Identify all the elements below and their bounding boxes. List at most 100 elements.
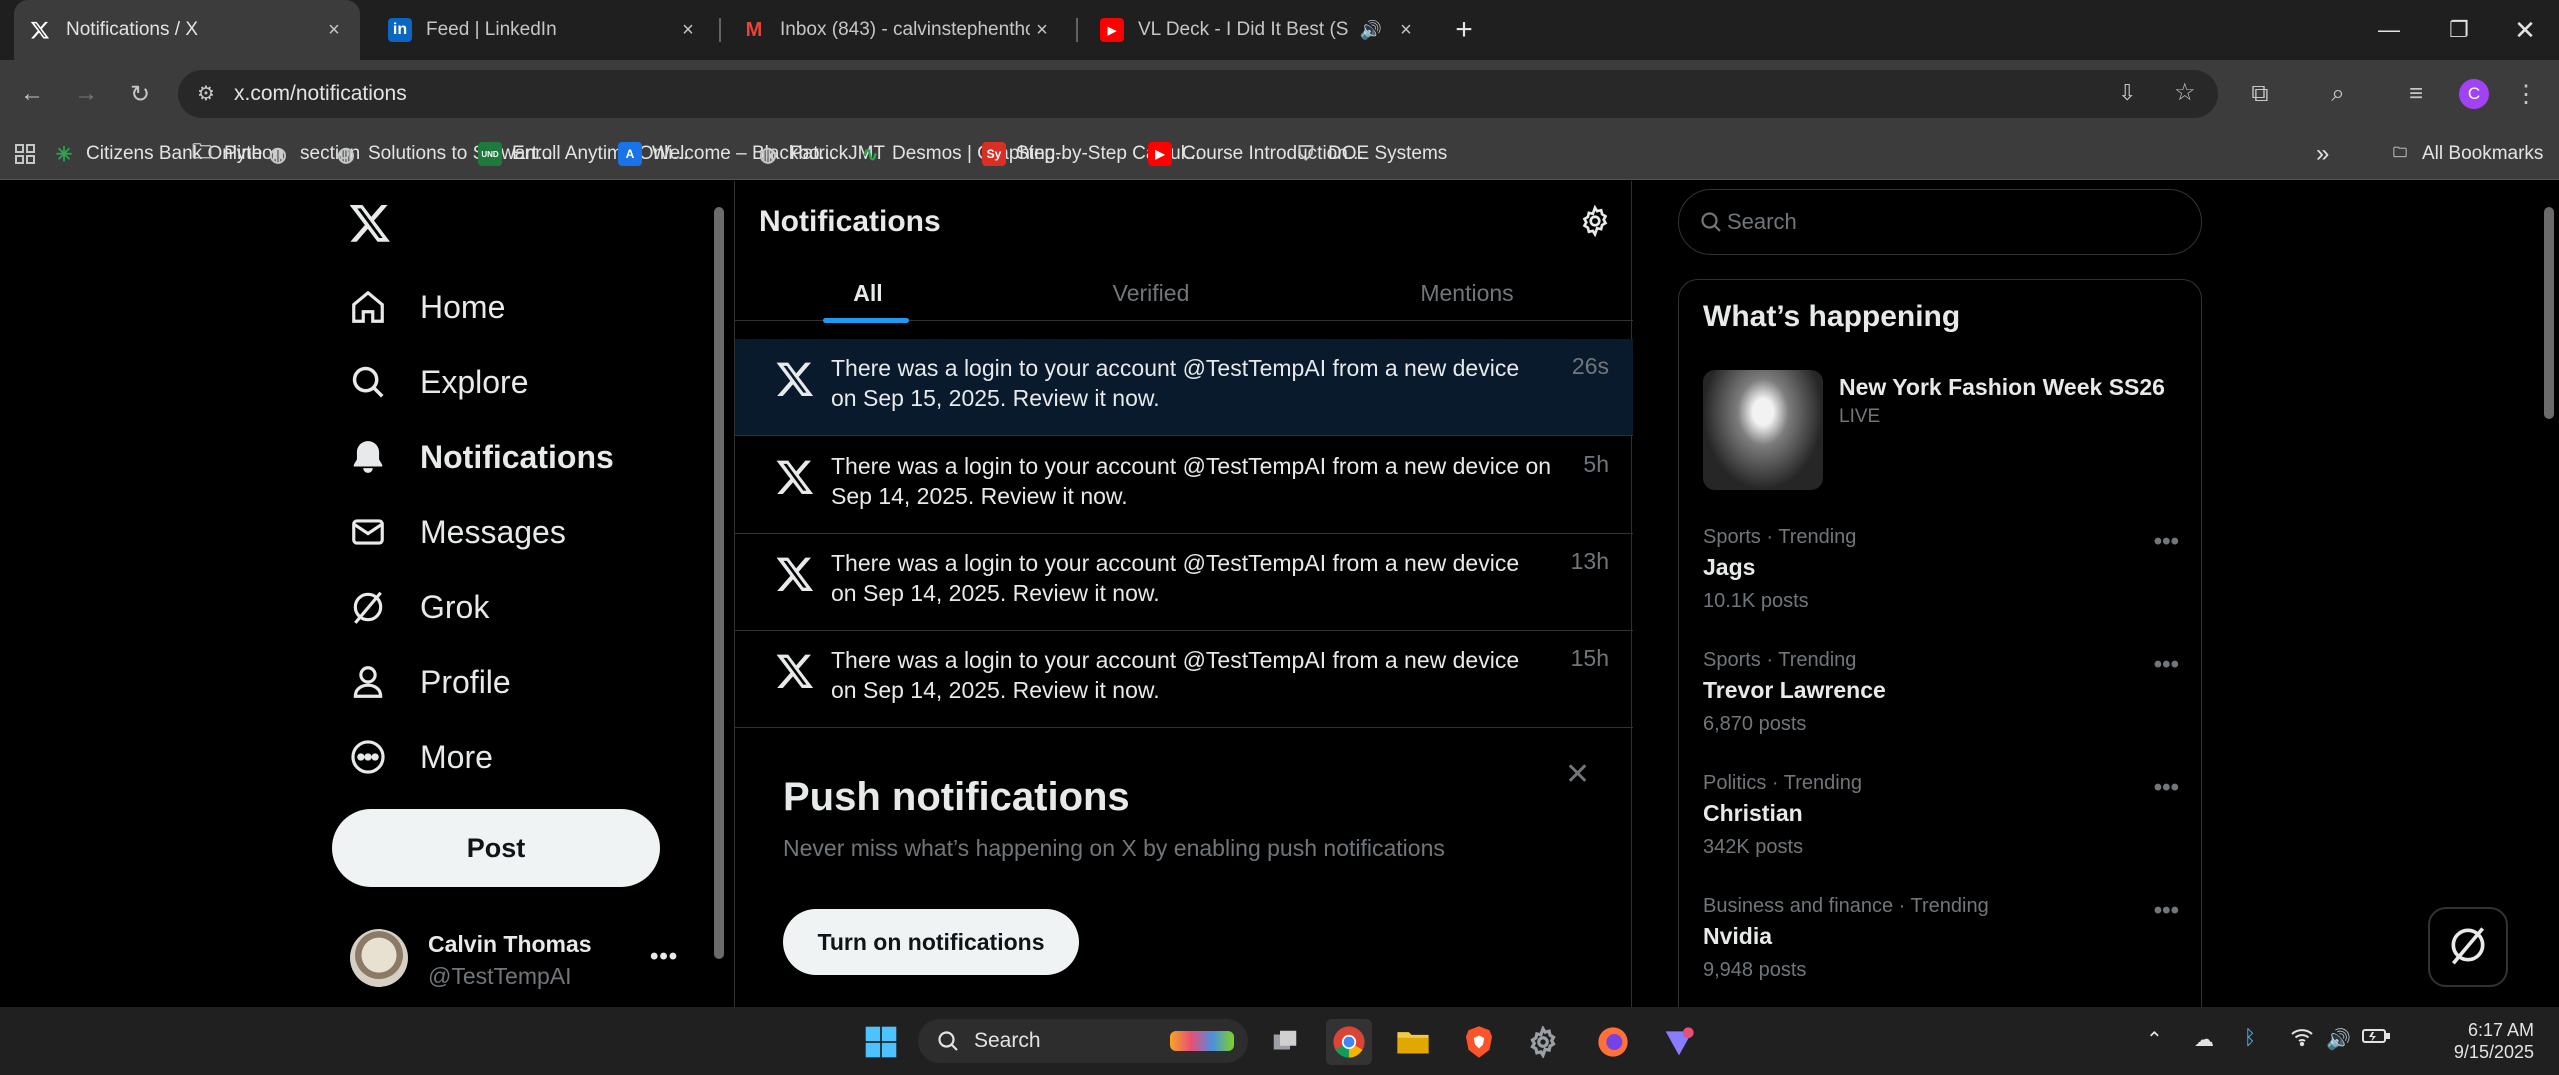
firefox-icon[interactable] [1590, 1019, 1636, 1065]
tab-linkedin[interactable]: in Feed | LinkedIn × [374, 0, 714, 60]
media-controls-icon[interactable]: ≡ [2396, 74, 2436, 114]
trend-item[interactable]: Sports · Trending Jags 10.1K posts ••• [1703, 526, 2179, 636]
gear-icon[interactable] [1579, 204, 1611, 238]
notification-item[interactable]: There was a login to your account @TestT… [735, 339, 1633, 436]
active-tab-indicator [823, 318, 909, 323]
file-explorer-icon[interactable] [1390, 1019, 1436, 1065]
taskbar-search[interactable]: Search [918, 1019, 1248, 1063]
profile-avatar[interactable]: C [2454, 74, 2494, 114]
close-tab-icon[interactable]: × [1030, 18, 1054, 42]
minimize-icon[interactable]: — [2354, 0, 2424, 60]
page-scrollbar-thumb[interactable] [2544, 207, 2554, 419]
symbolab-icon: Sy [982, 142, 1006, 166]
trend-item[interactable]: Politics · Trending Christian 342K posts… [1703, 772, 2179, 882]
bookmark-label: DOE Systems [1328, 143, 1448, 164]
bookmark-star-icon[interactable]: ☆ [2174, 78, 2196, 107]
site-settings-icon[interactable]: ⚙ [194, 82, 218, 106]
nav-notifications[interactable]: Notifications [348, 429, 614, 485]
more-options-icon[interactable]: ••• [2154, 897, 2179, 925]
folder-icon: 🗀 [2393, 144, 2407, 160]
tab-verified[interactable]: Verified [1001, 265, 1301, 321]
trend-category: Sports · Trending [1703, 526, 1857, 548]
extensions-icon[interactable]: ⧉ [2240, 74, 2280, 114]
notification-item[interactable]: There was a login to your account @TestT… [735, 631, 1633, 728]
install-app-icon[interactable]: ⇩ [2118, 80, 2136, 106]
x-logo-icon[interactable] [348, 201, 392, 245]
wifi-icon[interactable] [2290, 1027, 2314, 1053]
battery-icon[interactable] [2362, 1027, 2390, 1051]
left-scrollbar-thumb[interactable] [714, 207, 724, 959]
page-scrollbar[interactable] [2542, 181, 2556, 1007]
close-tab-icon[interactable]: × [1394, 18, 1418, 42]
close-tab-icon[interactable]: × [676, 18, 700, 42]
more-options-icon[interactable]: ••• [2154, 528, 2179, 556]
post-button[interactable]: Post [332, 809, 660, 887]
forward-arrow-icon[interactable]: → [66, 74, 106, 114]
grok-floating-button[interactable] [2428, 907, 2508, 987]
brave-icon[interactable] [1456, 1019, 1502, 1065]
new-tab-button[interactable]: + [1434, 0, 1494, 60]
search-input[interactable] [1727, 204, 2167, 240]
trend-item[interactable]: Sports · Trending Trevor Lawrence 6,870 … [1703, 649, 2179, 759]
bookmark-item[interactable]: ⛉ DOE Systems [1294, 138, 1448, 170]
windows-start-icon[interactable] [858, 1019, 904, 1065]
event-thumbnail[interactable] [1703, 370, 1823, 490]
close-icon[interactable]: ✕ [1565, 757, 1590, 792]
tab-search-icon[interactable]: ⌕ [2318, 74, 2358, 114]
all-bookmarks[interactable]: 🗀 All Bookmarks [2388, 138, 2543, 170]
close-tab-icon[interactable]: × [322, 18, 346, 42]
live-event-title[interactable]: New York Fashion Week SS26 [1839, 374, 2165, 401]
globe-icon: ◍ [759, 143, 777, 166]
system-clock[interactable]: 6:17 AM 9/15/2025 [2404, 1019, 2534, 1063]
notification-text: There was a login to your account @TestT… [831, 355, 1520, 411]
more-options-icon[interactable]: ••• [2154, 651, 2179, 679]
envelope-icon [348, 512, 388, 552]
restore-icon[interactable]: ❐ [2424, 0, 2494, 60]
notification-time: 26s [1571, 353, 1609, 379]
task-view-icon[interactable] [1262, 1019, 1308, 1065]
nav-explore[interactable]: Explore [348, 354, 529, 410]
more-bookmarks-icon[interactable]: » [2316, 138, 2329, 170]
account-switcher[interactable]: Calvin Thomas @TestTempAI ••• [350, 923, 690, 995]
address-bar[interactable]: ⚙ x.com/notifications ⇩ ☆ [178, 70, 2218, 118]
account-more-icon[interactable]: ••• [650, 943, 678, 971]
youtube-icon: ▶ [1100, 18, 1124, 42]
grok-icon [2446, 923, 2490, 972]
settings-icon[interactable] [1520, 1019, 1566, 1065]
search-box[interactable] [1678, 189, 2202, 255]
turn-on-notifications-button[interactable]: Turn on notifications [783, 909, 1079, 975]
chrome-taskbar-icon[interactable] [1326, 1019, 1372, 1065]
tab-x-notifications[interactable]: Notifications / X × [14, 0, 360, 60]
tab-mentions[interactable]: Mentions [1301, 265, 1633, 321]
more-options-icon[interactable]: ••• [2154, 774, 2179, 802]
notification-item[interactable]: There was a login to your account @TestT… [735, 534, 1633, 631]
volume-icon[interactable]: 🔊 [2326, 1027, 2351, 1052]
nav-profile[interactable]: Profile [348, 654, 511, 710]
chevron-up-icon[interactable]: ⌃ [2146, 1027, 2163, 1052]
apps-grid-icon[interactable] [14, 138, 36, 170]
browser-menu-icon[interactable]: ⋮ [2506, 74, 2546, 114]
nav-home[interactable]: Home [348, 279, 505, 335]
nav-more[interactable]: More [348, 729, 493, 785]
onedrive-icon[interactable]: ☁ [2194, 1027, 2214, 1052]
app-icon[interactable] [1656, 1019, 1702, 1065]
notification-item[interactable]: There was a login to your account @TestT… [735, 437, 1633, 534]
tab-gmail[interactable]: M Inbox (843) - calvinstephenthon × [728, 0, 1068, 60]
back-arrow-icon[interactable]: ← [12, 74, 52, 114]
window-close-icon[interactable]: ✕ [2490, 0, 2559, 60]
nav-messages[interactable]: Messages [348, 504, 566, 560]
tab-youtube[interactable]: ▶ VL Deck - I Did It Best (Shot 🔊 × [1086, 0, 1432, 60]
left-scrollbar[interactable] [712, 181, 726, 1007]
speaker-icon[interactable]: 🔊 [1360, 20, 1382, 41]
notification-time: 13h [1570, 548, 1609, 574]
reload-icon[interactable]: ↻ [120, 74, 160, 114]
home-icon [348, 287, 388, 327]
trend-item[interactable]: Business and finance · Trending Nvidia 9… [1703, 895, 2179, 1005]
url-text[interactable]: x.com/notifications [234, 82, 407, 106]
notification-time: 5h [1583, 451, 1609, 477]
bluetooth-icon[interactable]: ᛒ [2244, 1027, 2256, 1050]
trend-name: Christian [1703, 800, 1803, 826]
nav-grok[interactable]: Grok [348, 579, 489, 635]
tab-all[interactable]: All [735, 265, 1001, 323]
tab-separator [1076, 18, 1078, 42]
